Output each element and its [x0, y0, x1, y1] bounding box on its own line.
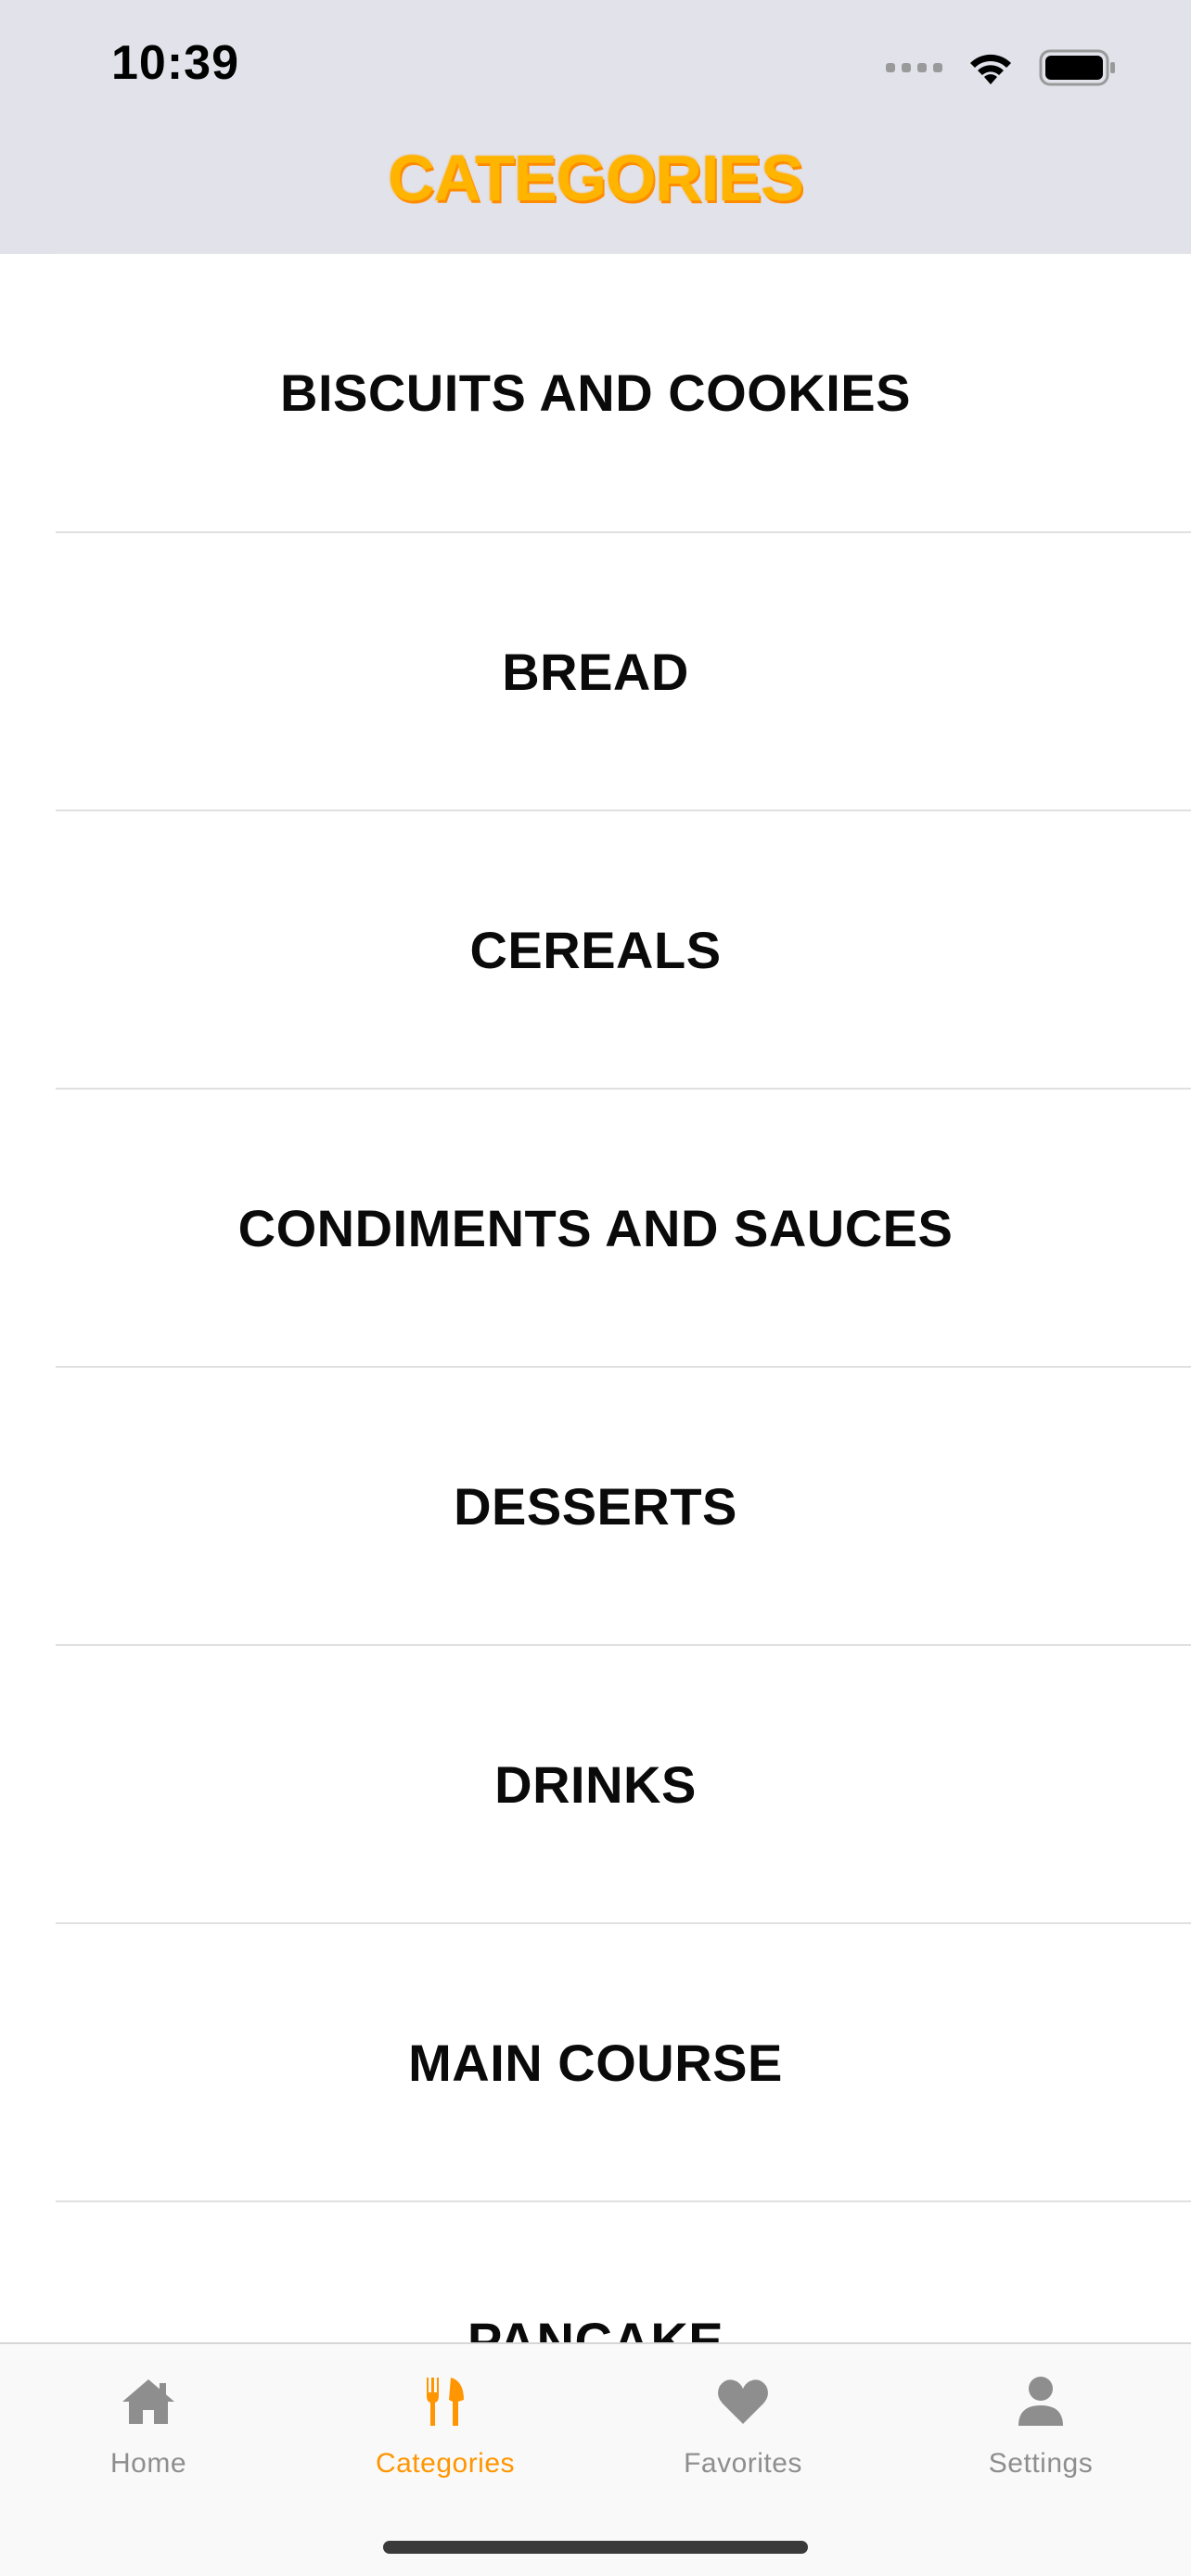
category-item[interactable]: BREAD — [56, 531, 1191, 810]
tab-label: Settings — [988, 2448, 1094, 2479]
category-label: MAIN COURSE — [408, 2033, 783, 2092]
tab-favorites[interactable]: Favorites — [650, 2372, 836, 2480]
category-label: DESSERTS — [454, 1476, 737, 1536]
screen: 10:39 CATEGORIES BISCUITS AND COOKIES BR… — [0, 0, 1191, 2576]
category-label: BREAD — [502, 642, 689, 701]
category-item[interactable]: BISCUITS AND COOKIES — [56, 253, 1191, 531]
tab-label: Favorites — [684, 2448, 802, 2479]
status-indicators — [886, 45, 1117, 91]
page-title: CATEGORIES — [388, 142, 804, 214]
heart-icon — [718, 2379, 768, 2424]
home-indicator[interactable] — [383, 2541, 808, 2554]
cellular-signal-icon — [886, 63, 942, 72]
fork-knife-icon — [427, 2378, 464, 2426]
tab-settings[interactable]: Settings — [948, 2372, 1133, 2480]
battery-icon — [1039, 49, 1115, 86]
category-label: DRINKS — [494, 1754, 697, 1814]
category-item[interactable]: DRINKS — [56, 1644, 1191, 1922]
home-icon — [122, 2379, 174, 2424]
category-label: BISCUITS AND COOKIES — [280, 363, 911, 422]
tab-home[interactable]: Home — [56, 2372, 241, 2480]
category-list[interactable]: BISCUITS AND COOKIES BREAD CEREALS CONDI… — [56, 253, 1191, 2342]
category-item[interactable]: CONDIMENTS AND SAUCES — [56, 1088, 1191, 1366]
category-label: PANCAKE — [467, 2311, 724, 2343]
tab-categories[interactable]: Categories — [352, 2372, 538, 2480]
wifi-icon — [970, 54, 1011, 84]
tab-label: Home — [109, 2448, 187, 2479]
category-item[interactable]: PANCAKE — [56, 2200, 1191, 2342]
status-time: 10:39 — [111, 36, 239, 90]
category-label: CEREALS — [469, 920, 722, 979]
category-item[interactable]: MAIN COURSE — [56, 1922, 1191, 2200]
person-icon — [1018, 2377, 1063, 2426]
tab-label: Categories — [375, 2448, 516, 2479]
category-label: CONDIMENTS AND SAUCES — [237, 1198, 954, 1257]
navigation-header: 10:39 CATEGORIES — [0, 0, 1191, 254]
category-item[interactable]: CEREALS — [56, 810, 1191, 1088]
category-item[interactable]: DESSERTS — [56, 1366, 1191, 1644]
